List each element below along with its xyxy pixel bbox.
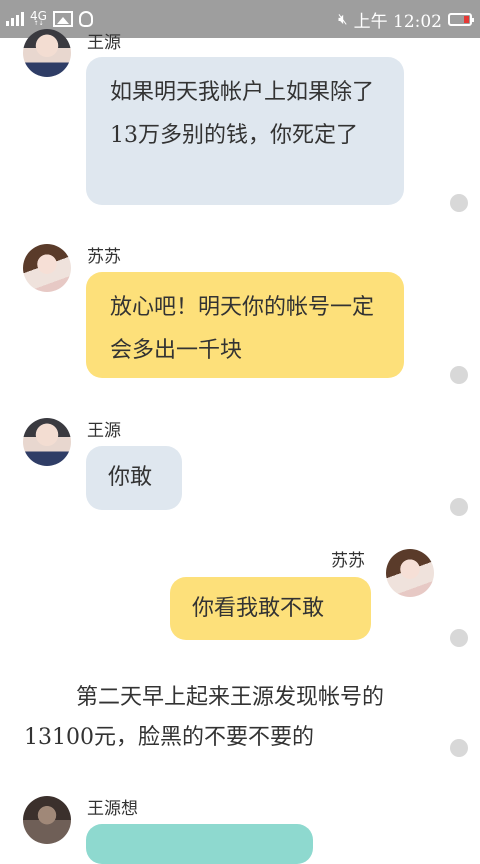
status-bar: 4G ↑↓ 🔇︎ 上午 12:02 [0, 0, 480, 38]
narration-text: 第二天早上起来王源发现帐号的13100元，脸黑的不要不要的 [24, 685, 385, 750]
avatar-wangyuan[interactable] [23, 418, 71, 466]
status-dot [450, 629, 468, 647]
sender-name: 王源 [87, 33, 121, 53]
sender-name: 苏苏 [87, 247, 121, 267]
message-bubble[interactable]: 你敢 [86, 446, 182, 510]
status-dot [450, 366, 468, 384]
status-right: 🔇︎ 上午 12:02 [338, 8, 474, 32]
message-bubble[interactable]: 你看我敢不敢 [170, 577, 371, 640]
mute-icon: 🔇︎ [338, 10, 348, 28]
status-dot [450, 194, 468, 212]
clock: 上午 12:02 [353, 11, 442, 32]
battery-icon [448, 12, 474, 26]
message-bubble[interactable] [86, 824, 313, 864]
message-bubble[interactable]: 如果明天我帐户上如果除了13万多别的钱，你死定了 [86, 57, 404, 205]
status-dot [450, 739, 468, 757]
status-left: 4G ↑↓ [6, 8, 93, 30]
signal-icon [6, 12, 24, 26]
avatar-susu[interactable] [23, 244, 71, 292]
avatar-wangyuan[interactable] [23, 29, 71, 77]
sender-name: 王源 [87, 421, 121, 441]
status-dot [450, 498, 468, 516]
sender-name: 苏苏 [331, 551, 365, 571]
sender-name: 王源想 [87, 799, 138, 819]
network-indicator: 4G ↑↓ [30, 9, 47, 27]
qq-icon [78, 11, 93, 27]
avatar-susu[interactable] [386, 549, 434, 597]
avatar-wangyuan[interactable] [23, 796, 71, 844]
message-bubble[interactable]: 放心吧！明天你的帐号一定会多出一千块 [86, 272, 404, 378]
gallery-icon [52, 11, 73, 27]
